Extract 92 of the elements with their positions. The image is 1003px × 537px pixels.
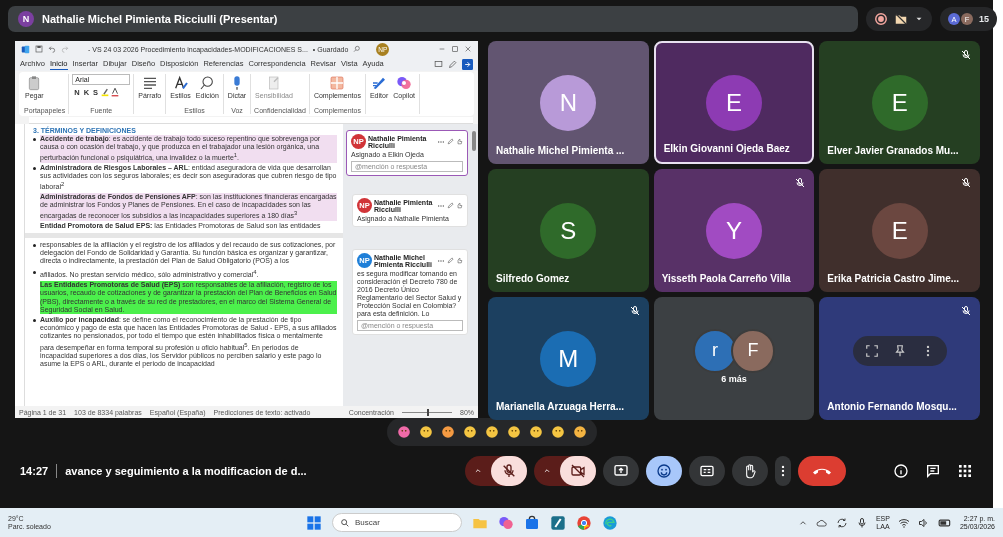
microphone-icon[interactable] bbox=[855, 516, 868, 529]
participant-name: Elkin Giovanni Ojeda Baez bbox=[663, 143, 790, 154]
participant-tile[interactable]: E Elkin Giovanni Ojeda Baez bbox=[653, 41, 815, 164]
captions-button[interactable] bbox=[689, 456, 725, 486]
share-icon[interactable] bbox=[462, 58, 473, 70]
highlighter-icon[interactable] bbox=[100, 87, 111, 97]
bullet-icon bbox=[33, 138, 36, 141]
bullet-icon bbox=[33, 270, 36, 274]
slashed-folder-icon[interactable] bbox=[894, 12, 908, 26]
volume-icon[interactable] bbox=[917, 516, 930, 529]
participant-name: Silfredo Gomez bbox=[496, 273, 570, 284]
participant-name: Elver Javier Granados Mu... bbox=[827, 145, 959, 156]
grid-squares-icon bbox=[329, 75, 346, 91]
participant-tile[interactable]: S Silfredo Gomez bbox=[488, 169, 649, 292]
participant-name: Nathalie Michel Pimienta ... bbox=[496, 145, 625, 156]
paragraph-lines-icon bbox=[141, 75, 158, 91]
participant-name: 6 más bbox=[720, 374, 748, 384]
search-icon[interactable] bbox=[353, 45, 362, 53]
font-color-icon[interactable] bbox=[110, 87, 121, 97]
participant-avatar: Y bbox=[706, 202, 762, 259]
mic-button[interactable] bbox=[491, 456, 527, 486]
save-icon[interactable] bbox=[35, 45, 43, 53]
participant-count: 15 bbox=[979, 14, 989, 24]
participant-avatar: E bbox=[871, 202, 928, 259]
maximize-icon[interactable] bbox=[451, 45, 459, 53]
microphone-off-icon bbox=[960, 305, 972, 317]
sync-icon[interactable] bbox=[835, 516, 848, 529]
participant-tile[interactable]: M Marianella Arzuaga Herra... bbox=[488, 297, 649, 420]
store-bag-icon[interactable] bbox=[524, 514, 540, 531]
present-screen-icon bbox=[613, 463, 629, 479]
participant-tile[interactable]: Y Yisseth Paola Carreño Villa bbox=[653, 169, 815, 292]
participant-tile[interactable]: E Erika Patricia Castro Jime... bbox=[819, 169, 980, 292]
participant-tile[interactable]: r F 6 más bbox=[653, 297, 815, 420]
search-icon bbox=[340, 517, 350, 528]
microphone-off-icon bbox=[960, 49, 972, 61]
chat-icon[interactable] bbox=[925, 463, 941, 479]
camera-off-icon bbox=[570, 463, 586, 479]
participant-name: Yisseth Paola Carreño Villa bbox=[661, 273, 791, 284]
edge-browser-icon[interactable] bbox=[602, 514, 618, 531]
captions-icon bbox=[699, 463, 715, 479]
chrome-browser-icon[interactable] bbox=[576, 514, 592, 531]
present-button[interactable] bbox=[603, 456, 639, 486]
participant-avatar: M bbox=[540, 330, 597, 387]
comment-card[interactable] bbox=[352, 249, 468, 335]
microphone-off-icon bbox=[628, 305, 641, 317]
search-icon bbox=[199, 75, 216, 91]
participant-name: Antonio Fernando Mosqu... bbox=[827, 401, 957, 412]
microphone-off-icon bbox=[794, 177, 807, 189]
bullet-icon bbox=[33, 244, 36, 247]
participant-avatar: E bbox=[871, 74, 928, 131]
search-field[interactable]: Buscar bbox=[332, 513, 462, 532]
raise-hand-button[interactable] bbox=[732, 456, 768, 486]
microphone-off-icon bbox=[501, 463, 517, 479]
phone-hang-up-icon bbox=[813, 467, 831, 475]
presenter-label: Nathalie Michel Pimienta Ricciulli (Presentar) bbox=[42, 13, 278, 25]
microphone-off-icon bbox=[960, 177, 972, 189]
document-tag-icon bbox=[266, 75, 282, 91]
bullet-icon bbox=[33, 318, 36, 322]
participant-tile[interactable]: Antonio Fernando Mosqu... bbox=[819, 297, 980, 420]
more-options-button[interactable] bbox=[775, 456, 791, 486]
wifi-icon[interactable] bbox=[897, 516, 910, 529]
participant-tile[interactable]: E Elver Javier Granados Mu... bbox=[819, 41, 980, 164]
apps-grid-icon[interactable] bbox=[957, 463, 973, 479]
pen-lines-icon bbox=[371, 75, 388, 91]
participant-avatar: F bbox=[731, 328, 775, 373]
swirl-logo-icon bbox=[396, 75, 413, 91]
windows-start-icon[interactable] bbox=[306, 514, 322, 531]
record-icon[interactable] bbox=[874, 12, 888, 26]
camera-button[interactable] bbox=[560, 456, 596, 486]
participant-avatar: N bbox=[540, 74, 597, 131]
undo-icon[interactable] bbox=[48, 45, 56, 53]
s-app-icon[interactable] bbox=[550, 514, 566, 531]
word-logo-icon[interactable] bbox=[21, 44, 30, 54]
copilot-icon[interactable] bbox=[498, 514, 514, 531]
bullet-icon bbox=[33, 166, 36, 170]
participant-avatar: E bbox=[706, 74, 762, 131]
comment-icon[interactable] bbox=[434, 59, 443, 69]
smiley-icon bbox=[656, 463, 672, 479]
meeting-time: 14:27 bbox=[20, 465, 49, 477]
reactions-button[interactable] bbox=[646, 456, 682, 486]
participant-avatar: S bbox=[540, 202, 597, 259]
meeting-title: avance y seguimiento a la modificacion de d... bbox=[65, 465, 307, 477]
styles-icon bbox=[172, 75, 189, 91]
leave-call-button[interactable] bbox=[798, 456, 846, 486]
participant-tile[interactable]: N Nathalie Michel Pimienta ... bbox=[488, 41, 649, 164]
fit-screen-icon[interactable] bbox=[864, 343, 879, 358]
info-icon[interactable] bbox=[893, 463, 909, 479]
presenter-avatar: N bbox=[18, 11, 34, 27]
participant-name: Erika Patricia Castro Jime... bbox=[827, 273, 960, 284]
close-icon[interactable] bbox=[464, 45, 472, 53]
participant-name: Marianella Arzuaga Herra... bbox=[496, 401, 624, 412]
pin-icon[interactable] bbox=[892, 343, 907, 358]
